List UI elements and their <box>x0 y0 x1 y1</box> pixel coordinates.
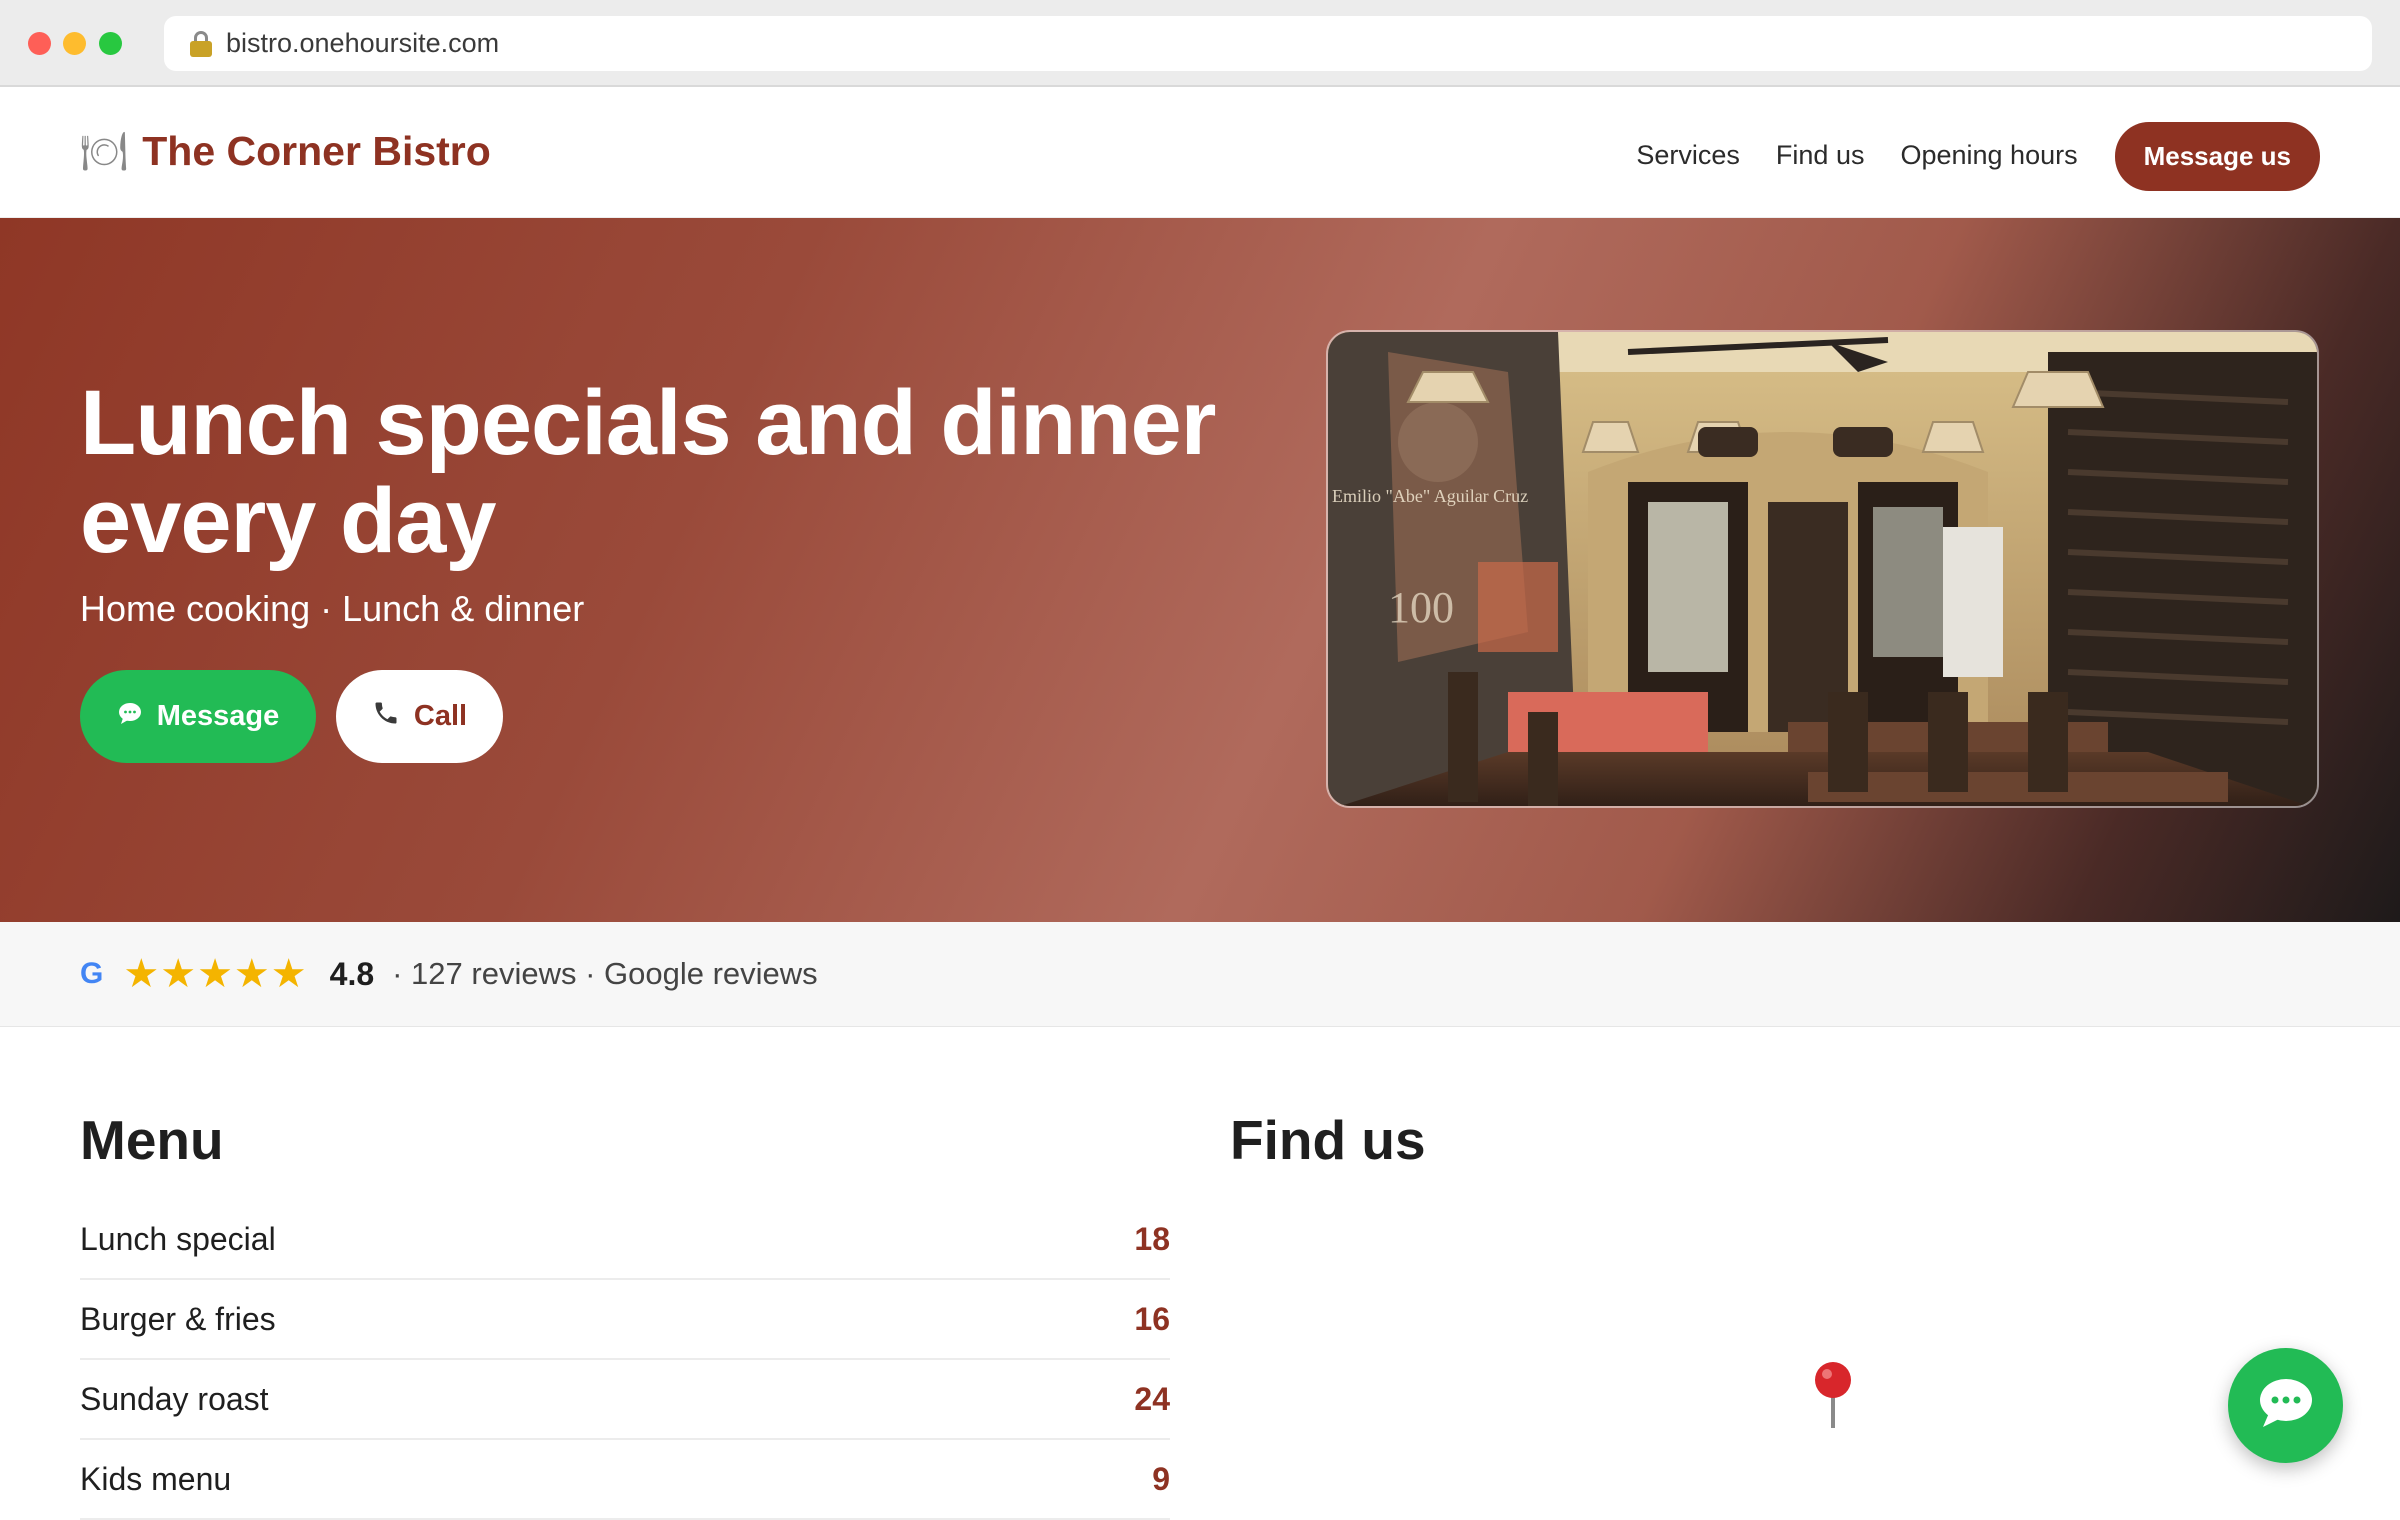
hero-message-label: Message <box>156 700 280 732</box>
menu-item-price: 24 <box>1134 1380 1170 1417</box>
brand-name: The Corner Bistro <box>142 128 491 174</box>
reviews-bar: G ★★★★★ 4.8 · 127 reviews · Google revie… <box>0 922 2400 1027</box>
hero-section: Lunch specials and dinner every day Home… <box>0 218 2400 922</box>
chat-bubble-icon <box>2255 1375 2317 1436</box>
menu-item-name: Lunch special <box>80 1220 276 1257</box>
nav-link-services[interactable]: Services <box>1636 140 1740 171</box>
restaurant-interior-photo: Emilio "Abe" Aguilar Cruz 100 <box>1326 330 2319 808</box>
menu-item-name: Sunday roast <box>80 1380 269 1417</box>
reviews-meta[interactable]: · 127 reviews · Google reviews <box>392 956 818 992</box>
url-text: bistro.onehoursite.com <box>226 28 500 58</box>
main-nav: Services Find us Opening hours Message u… <box>1600 120 2320 191</box>
address-bar[interactable]: bistro.onehoursite.com <box>164 16 2372 71</box>
nav-link-find-us[interactable]: Find us <box>1776 140 1865 171</box>
browser-chrome: bistro.onehoursite.com <box>0 0 2400 87</box>
site-header: 🍽 The Corner Bistro Services Find us Ope… <box>0 88 2400 218</box>
menu-item: Kids menu 9 <box>80 1440 1170 1520</box>
brand-logo[interactable]: 🍽 The Corner Bistro <box>80 128 491 175</box>
hero-call-button[interactable]: Call <box>336 670 503 763</box>
hero-title: Lunch specials and dinner every day <box>80 372 1216 572</box>
hero-message-button[interactable]: Message <box>80 670 316 763</box>
maximize-window-button[interactable] <box>99 32 122 55</box>
phone-icon <box>372 699 400 734</box>
google-logo-icon: G <box>80 957 104 990</box>
nav-link-opening-hours[interactable]: Opening hours <box>1900 140 2077 171</box>
find-us-title: Find us <box>1230 1109 1426 1171</box>
hero-call-label: Call <box>413 700 468 732</box>
map-pin-icon[interactable] <box>1808 1360 1858 1430</box>
menu-item: Sunday roast 24 <box>80 1360 1170 1440</box>
hero-subtitle: Home cooking · Lunch & dinner <box>80 588 585 629</box>
rating-stars: ★★★★★ <box>123 952 308 996</box>
rating-value: 4.8 <box>329 955 375 992</box>
menu-item-price: 18 <box>1134 1220 1170 1257</box>
chat-bubble-icon <box>117 700 143 733</box>
menu-item-name: Kids menu <box>80 1460 232 1497</box>
plate-icon: 🍽 <box>80 130 129 173</box>
menu-title: Menu <box>80 1109 224 1171</box>
menu-list: Lunch special 18 Burger & fries 16 Sunda… <box>80 1200 1170 1520</box>
svg-text:100: 100 <box>1388 583 1454 632</box>
menu-item: Lunch special 18 <box>80 1200 1170 1280</box>
svg-text:Emilio "Abe" Aguilar Cruz: Emilio "Abe" Aguilar Cruz <box>1332 486 1528 506</box>
menu-item: Burger & fries 16 <box>80 1280 1170 1360</box>
menu-item-price: 16 <box>1134 1300 1170 1337</box>
minimize-window-button[interactable] <box>63 32 86 55</box>
lock-icon <box>190 30 212 57</box>
menu-item-name: Burger & fries <box>80 1300 276 1337</box>
close-window-button[interactable] <box>28 32 51 55</box>
floating-chat-button[interactable] <box>2228 1348 2343 1463</box>
message-us-button[interactable]: Message us <box>2114 122 2320 191</box>
menu-item-price: 9 <box>1152 1460 1170 1497</box>
